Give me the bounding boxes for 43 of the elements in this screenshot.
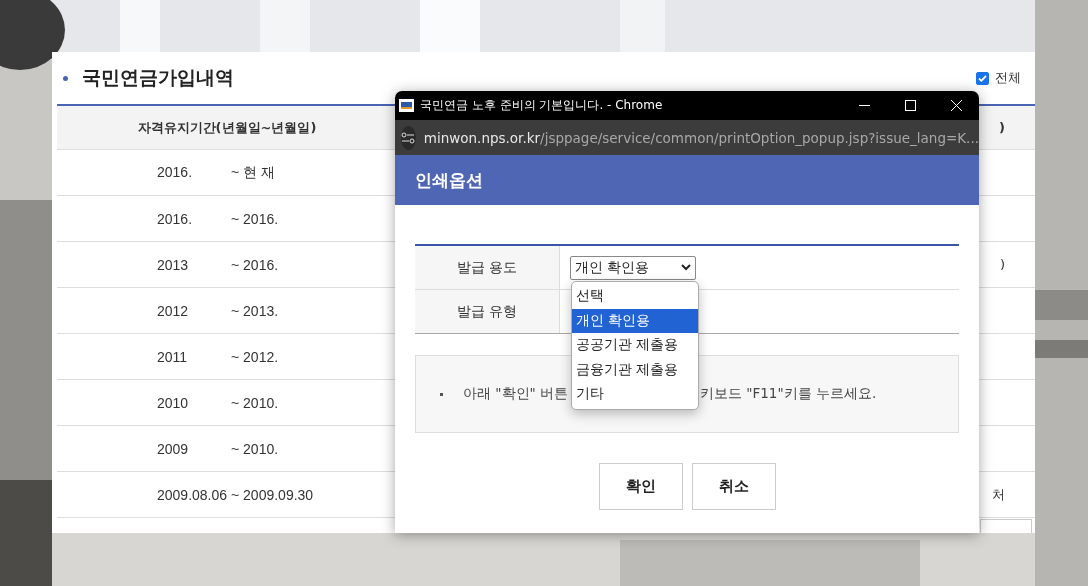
checkbox[interactable]: [976, 71, 989, 85]
select-field[interactable]: 개인 확인용: [570, 255, 696, 280]
maximize-icon: [904, 100, 916, 111]
notice-text: 아래 "확인" 버튼: [463, 385, 568, 403]
date-text: 2010: [157, 394, 190, 411]
notice-text: 키보드 "F11"키를 누르세요.: [700, 385, 877, 403]
date-text: 2016.: [157, 163, 194, 182]
date-text: ~ 2016.: [231, 210, 280, 227]
date-text: ~ 2010.: [231, 394, 280, 411]
site-settings-icon[interactable]: [401, 125, 416, 150]
site-logo-icon: [399, 99, 414, 112]
date-text: 2009: [157, 440, 190, 457]
date-text: ~ 2016.: [231, 256, 280, 273]
field-label: 발급 유형: [457, 302, 518, 321]
dialog-title: 인쇄옵션: [415, 168, 483, 192]
checkbox-label: 전체: [995, 69, 1021, 87]
confirm-button[interactable]: 확인: [598, 463, 683, 510]
date-text: ~ 현 재: [231, 163, 276, 182]
dropdown-option[interactable]: 공공기관 제출용: [572, 333, 698, 358]
bullet-icon: [63, 75, 68, 81]
date-text: 2009.08.06: [157, 486, 229, 503]
date-text: ~ 2013.: [231, 302, 280, 319]
bullet-icon: [440, 392, 443, 396]
dropdown-option[interactable]: 금융기관 제출용: [572, 357, 698, 382]
date-text: ~ 2010.: [231, 440, 280, 457]
cancel-button[interactable]: 취소: [691, 463, 776, 510]
input-field[interactable]: [980, 519, 1032, 533]
date-text: ~ 2012.: [231, 348, 280, 365]
column-header: 자격유지기간(년월일~년월일): [57, 105, 397, 150]
date-text: 2016.: [157, 210, 194, 227]
date-text: 2012: [157, 302, 190, 319]
date-text: 2011: [157, 348, 189, 365]
dropdown-option[interactable]: 선택: [572, 284, 698, 309]
close-icon: [950, 100, 962, 111]
dropdown-option[interactable]: 개인 확인용: [572, 308, 698, 333]
dropdown-option[interactable]: 기타: [572, 382, 698, 407]
date-text: ~ 2009.09.30: [231, 486, 315, 503]
section-title: 국민연금가입내역: [82, 65, 235, 90]
field-label: 발급 용도: [457, 258, 518, 277]
table-cell-text: ): [999, 257, 1005, 272]
chevron-down-icon: [681, 264, 691, 271]
date-text: 2013: [157, 256, 190, 273]
table-cell-text: 처: [992, 486, 1005, 502]
